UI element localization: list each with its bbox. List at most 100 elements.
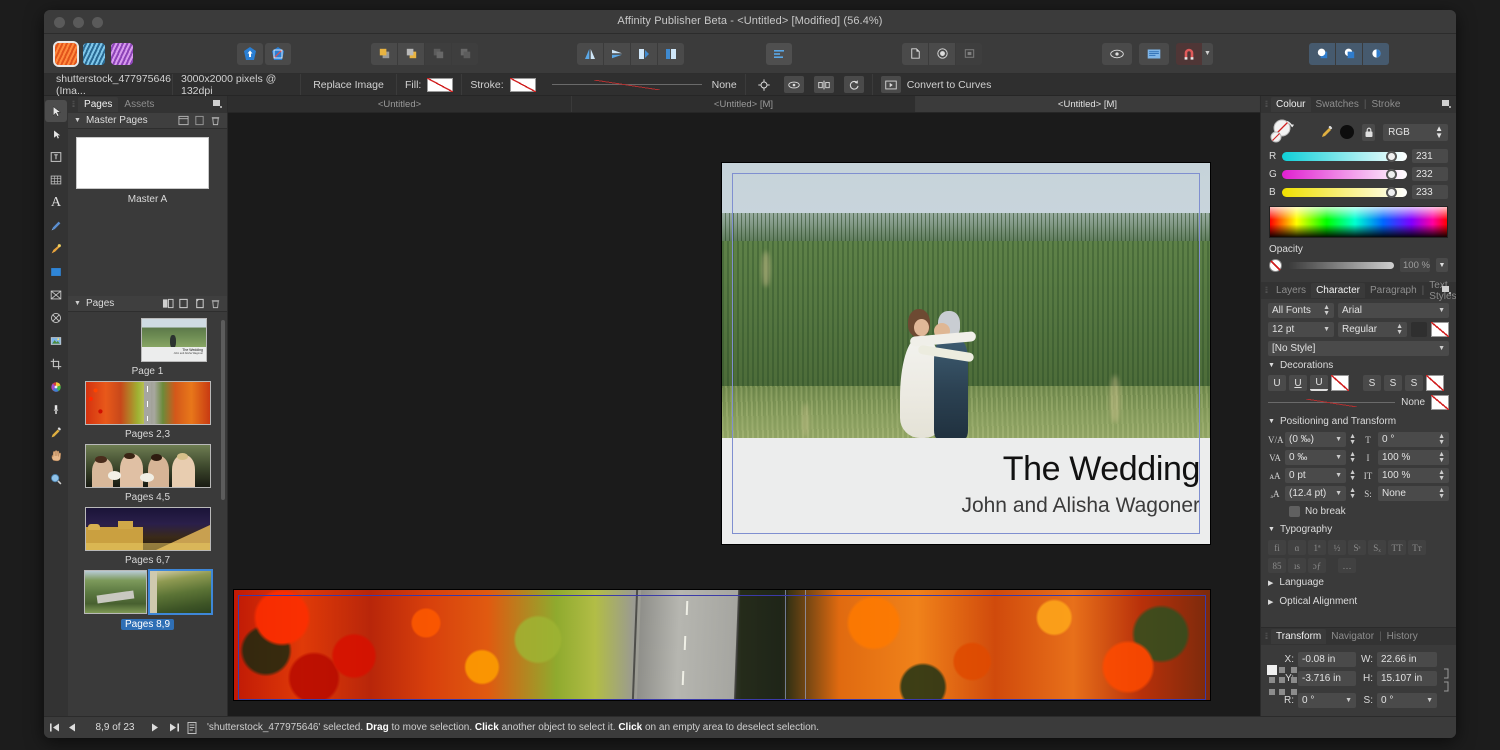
opacity-value[interactable]: 100 %	[1400, 258, 1430, 272]
green-slider[interactable]	[1282, 168, 1407, 180]
fill-stroke-selector[interactable]	[1269, 119, 1311, 145]
colour-mode-select[interactable]: RGB ▲ ▼	[1383, 123, 1448, 141]
document-icon[interactable]	[902, 42, 928, 65]
red-slider[interactable]	[1282, 150, 1407, 162]
share-icon[interactable]	[237, 42, 263, 65]
picker-icons[interactable]	[1319, 124, 1354, 140]
tab-layers[interactable]: Layers	[1271, 283, 1311, 298]
tab-character[interactable]: Character	[1311, 283, 1365, 298]
language-header[interactable]: ▶ Language	[1261, 573, 1456, 592]
align-text-icon[interactable]	[766, 42, 792, 65]
stepper-icon[interactable]: ▲ ▼	[1438, 469, 1445, 482]
tab-stroke[interactable]: Stroke	[1366, 97, 1405, 112]
snapping-dropdown-icon[interactable]: ▼	[1202, 42, 1213, 65]
swash-button[interactable]: ɑ	[1288, 540, 1306, 555]
page-title-text[interactable]: The Wedding	[1003, 452, 1201, 486]
stroke-width-slider[interactable]	[551, 79, 702, 90]
tabular-figures-button[interactable]: ıѕ	[1288, 558, 1306, 573]
flip-horizontal-icon[interactable]	[577, 42, 603, 65]
list-item[interactable]: Pages 4,5	[68, 444, 227, 503]
frame-icon[interactable]	[956, 42, 982, 65]
page-thumbnail[interactable]	[84, 507, 211, 551]
page-spread-1[interactable]: The Wedding John and Alisha Wagoner	[722, 163, 1210, 544]
node-tool[interactable]	[45, 123, 67, 145]
list-item[interactable]: Pages 6,7	[68, 507, 227, 566]
strikethrough-2-button[interactable]: S	[1384, 375, 1402, 391]
page-thumbnail[interactable]: The Wedding John and Alisha Wagoner	[141, 318, 207, 362]
superscript-button[interactable]: Sˢ	[1348, 540, 1366, 555]
intersect-icon[interactable]	[1363, 42, 1389, 65]
expand-triangle-icon[interactable]: ▶	[1268, 579, 1273, 587]
font-size-input[interactable]: 12 pt ▼	[1268, 322, 1334, 337]
document-tab[interactable]: <Untitled> [M]	[572, 96, 916, 112]
convert-to-curves-button[interactable]: Convert to Curves	[873, 74, 1000, 95]
collapse-triangle-icon[interactable]: ▼	[1268, 418, 1275, 425]
publisher-persona-icon[interactable]	[53, 40, 79, 67]
first-page-icon[interactable]	[50, 723, 61, 732]
stepper-icon[interactable]: ▲ ▼	[1349, 469, 1356, 482]
font-filter-select[interactable]: All Fonts ▲ ▼	[1268, 303, 1334, 318]
strikethrough-3-button[interactable]: S	[1405, 375, 1423, 391]
underline-button[interactable]: U	[1268, 375, 1286, 391]
pencil-tool[interactable]	[45, 238, 67, 260]
add-icon[interactable]	[1309, 42, 1335, 65]
crosshair-icon[interactable]	[754, 76, 774, 93]
chevron-down-icon[interactable]: ▼	[1335, 472, 1342, 479]
fractions-button[interactable]: ½	[1328, 540, 1346, 555]
more-typography-button[interactable]: …	[1338, 558, 1356, 573]
ordinals-button[interactable]: 1ª	[1308, 540, 1326, 555]
pen-tool[interactable]	[45, 215, 67, 237]
shear-input[interactable]: 0 ° ▲ ▼	[1378, 432, 1449, 447]
pages-scrollbar[interactable]	[221, 320, 225, 500]
text-style-select[interactable]: [No Style] ▼	[1268, 341, 1449, 356]
decorations-header[interactable]: ▼ Decorations	[1261, 356, 1456, 373]
panel-menu-icon[interactable]	[213, 100, 222, 108]
rotate-right-icon[interactable]	[658, 42, 684, 65]
place-image-tool[interactable]	[45, 330, 67, 352]
previous-page-icon[interactable]	[68, 723, 79, 732]
page-thumbnail[interactable]	[83, 570, 147, 614]
photo-persona-icon[interactable]	[111, 42, 133, 65]
curves-icon[interactable]	[880, 76, 901, 93]
lock-icon[interactable]	[1362, 123, 1376, 141]
tracking-input[interactable]: (0 ‰) ▼	[1285, 432, 1347, 447]
font-family-select[interactable]: Arial ▼	[1338, 303, 1449, 318]
page-spread-2[interactable]	[234, 590, 1210, 700]
oldstyle-figures-button[interactable]: 85	[1268, 558, 1286, 573]
rotate-left-icon[interactable]	[631, 42, 657, 65]
blue-value[interactable]: 233	[1412, 185, 1448, 199]
transparency-tool[interactable]	[45, 399, 67, 421]
typography-header[interactable]: ▼ Typography	[1261, 520, 1456, 537]
artistic-text-tool[interactable]: A	[45, 192, 67, 214]
w-input[interactable]: 22.66 in	[1377, 652, 1437, 667]
tab-pages[interactable]: Pages	[78, 97, 119, 112]
page-subtitle-text[interactable]: John and Alisha Wagoner	[961, 494, 1200, 518]
pages-collapse-triangle-icon[interactable]: ▼	[74, 300, 81, 307]
duplicate-page-icon[interactable]	[194, 298, 205, 309]
tab-navigator[interactable]: Navigator	[1326, 629, 1379, 644]
tab-paragraph[interactable]: Paragraph	[1365, 283, 1422, 298]
fill-swatch[interactable]	[427, 77, 454, 92]
small-caps-button[interactable]: Tᴛ	[1408, 540, 1426, 555]
master-a-thumbnail[interactable]	[76, 137, 209, 189]
chevron-down-icon[interactable]: ▼	[1438, 345, 1445, 352]
list-item[interactable]: The Wedding John and Alisha Wagoner Page…	[68, 318, 227, 377]
y-input[interactable]: -3.716 in	[1298, 671, 1356, 686]
move-to-front-icon[interactable]	[371, 42, 397, 65]
stepper-icon[interactable]: ▲ ▼	[1349, 451, 1356, 464]
chevron-down-icon[interactable]: ▼	[1345, 697, 1352, 704]
underline-double-button[interactable]: U	[1289, 375, 1307, 391]
fill-control[interactable]: Fill:	[397, 74, 463, 95]
document-canvas[interactable]: The Wedding John and Alisha Wagoner	[228, 113, 1260, 716]
spread-view-icon[interactable]	[162, 298, 174, 309]
opacity-dropdown-icon[interactable]: ▼	[1436, 258, 1448, 272]
subscript-button[interactable]: Sₓ	[1368, 540, 1386, 555]
last-page-icon[interactable]	[169, 723, 180, 732]
flip-vertical-icon[interactable]	[604, 42, 630, 65]
s-input[interactable]: 0 ° ▼	[1377, 693, 1437, 708]
stepper-icon[interactable]: ▲ ▼	[1438, 451, 1445, 464]
strikethrough-colour-swatch[interactable]	[1426, 375, 1444, 391]
r-input[interactable]: 0 ° ▼	[1298, 693, 1356, 708]
stepper-icon[interactable]: ▲ ▼	[1438, 487, 1445, 500]
master-pages-header[interactable]: ▼ Master Pages	[68, 113, 227, 129]
